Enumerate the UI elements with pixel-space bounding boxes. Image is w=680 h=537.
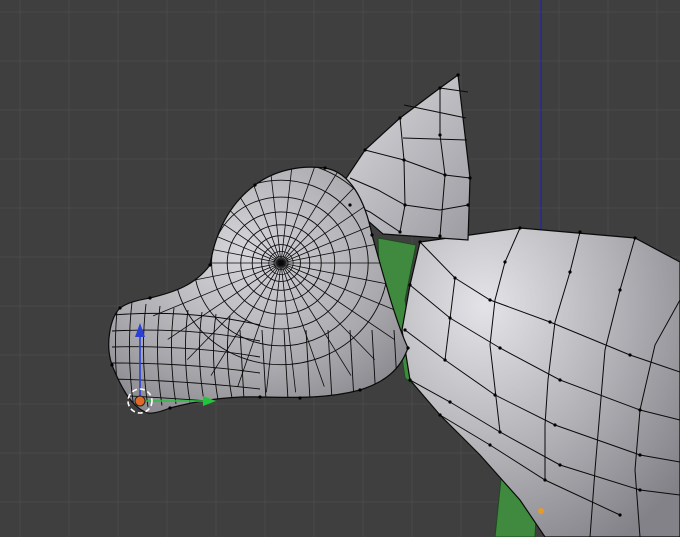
vertex [168, 406, 172, 410]
selected-vertex[interactable] [538, 508, 544, 514]
vertex [443, 358, 447, 362]
mesh-object[interactable] [108, 73, 680, 537]
vertex [406, 346, 410, 350]
vertex [208, 263, 212, 267]
vertex [498, 430, 502, 434]
vertex [453, 276, 457, 280]
vertex [493, 393, 497, 397]
vertex [503, 260, 507, 264]
vertex [408, 378, 412, 382]
vertex [118, 306, 122, 310]
3d-viewport[interactable] [0, 0, 680, 537]
vertex [323, 166, 327, 170]
vertex [578, 230, 582, 234]
vertex [618, 513, 622, 517]
vertex [370, 233, 374, 237]
vertex [443, 173, 447, 177]
vertex [466, 203, 470, 207]
vertex [398, 116, 402, 120]
vertex [358, 388, 362, 392]
vertex [438, 86, 442, 90]
vertex [148, 296, 152, 300]
vertex [298, 396, 302, 400]
vertex [448, 400, 452, 404]
vertex [633, 236, 637, 240]
vertex [448, 316, 452, 320]
vertex [398, 230, 402, 234]
vertex [438, 413, 442, 417]
vertex [468, 176, 472, 180]
vertex [403, 328, 407, 332]
vertex [456, 73, 460, 77]
vertex [638, 488, 642, 492]
vertex [488, 298, 492, 302]
vertex [110, 363, 114, 367]
vertex [548, 320, 552, 324]
vertex [498, 346, 502, 350]
vertex [403, 203, 407, 207]
vertex [628, 353, 632, 357]
vertex [553, 423, 557, 427]
vertex [408, 283, 412, 287]
vertex [558, 463, 562, 467]
vertex [618, 288, 622, 292]
vertex [418, 240, 422, 244]
vertex [438, 133, 442, 137]
vertex [402, 158, 406, 162]
vertex [363, 148, 367, 152]
vertex [438, 234, 442, 238]
vertex [253, 183, 257, 187]
vertex [518, 226, 522, 230]
neck-body-mesh[interactable] [401, 227, 680, 537]
vertex [638, 408, 642, 412]
vertex [488, 443, 492, 447]
vertex [543, 478, 547, 482]
vertex [558, 378, 562, 382]
viewport-canvas[interactable] [0, 0, 680, 537]
3d-cursor-center-icon [134, 395, 146, 407]
vertex [348, 203, 352, 207]
vertex [258, 395, 262, 399]
vertex [638, 453, 642, 457]
vertex [568, 270, 572, 274]
